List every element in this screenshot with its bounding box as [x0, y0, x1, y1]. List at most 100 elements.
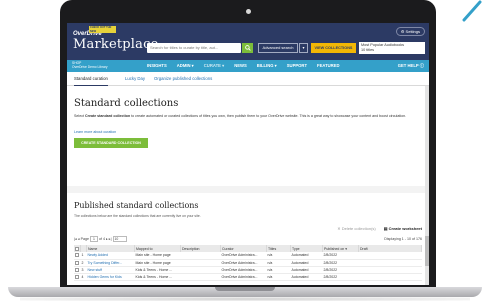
col-published[interactable]: Published on ▾	[322, 245, 359, 252]
col-description[interactable]: Description	[180, 245, 221, 252]
collection-name-link[interactable]: Try Something Differ...	[86, 259, 135, 267]
nav-item-curate[interactable]: CURATE ▾	[204, 60, 224, 72]
checkbox[interactable]	[75, 253, 79, 258]
nav-item-insights[interactable]: INSIGHTS	[147, 60, 167, 72]
settings-label: Settings	[405, 29, 420, 34]
nav-item-billing[interactable]: BILLING ▾	[257, 60, 277, 72]
brand-logo[interactable]: Marketplace	[73, 37, 158, 52]
view-collections-button[interactable]: VIEW COLLECTIONS	[311, 43, 356, 53]
close-icon: ✕	[337, 226, 341, 231]
published-on: 2/8/2022	[322, 266, 359, 274]
description	[180, 252, 221, 260]
titles: n/a	[266, 273, 291, 281]
nav-items: INSIGHTS ADMIN ▾ CURATE ▾ NEWS BILLING ▾…	[147, 60, 340, 72]
learn-more-link[interactable]: Learn more about curation	[74, 130, 116, 134]
collection-name-link[interactable]: Hidden Gems for Kids	[86, 273, 135, 281]
published-on: 2/8/2022	[322, 259, 359, 267]
camera-icon	[246, 9, 251, 14]
titles: n/a	[266, 252, 291, 260]
collection-name-link[interactable]: New stuff	[86, 266, 135, 274]
worksheet-label: Create worksheet	[388, 226, 422, 231]
page-of: of 4	[98, 237, 105, 241]
last-page-icon[interactable]: ▸|	[109, 237, 112, 241]
create-worksheet-button[interactable]: ▤ Create worksheet	[384, 226, 422, 231]
nav-item-support[interactable]: SUPPORT	[287, 60, 307, 72]
mapped-to: Kids & Teens - Home ...	[134, 266, 181, 274]
draft	[358, 259, 422, 267]
popular-count: 10 titles	[361, 47, 375, 52]
table-actions: ✕ Delete collection(s) ▤ Create workshee…	[337, 226, 422, 231]
col-titles[interactable]: Titles	[266, 245, 291, 252]
table-row: 3 New stuff Kids & Teens - Home ... Over…	[74, 266, 422, 274]
col-curator[interactable]: Curator	[220, 245, 267, 252]
top-header: OverDrive CHECK OUT THE NEW Marketplace …	[67, 23, 429, 60]
col-draft[interactable]: Draft	[358, 245, 422, 252]
prev-page-icon[interactable]: ◂	[78, 237, 80, 241]
draft	[358, 252, 422, 260]
swoosh-decoration	[462, 0, 482, 22]
popular-cart-dropdown[interactable]: Most Popular Audiobooks 10 titles	[359, 42, 425, 54]
new-badge[interactable]: CHECK OUT THE NEW	[89, 26, 116, 33]
scrollbar-thumb[interactable]	[425, 236, 429, 266]
page-size-select[interactable]: 10	[112, 236, 127, 243]
shop-selector[interactable]: SHOP OverDrive Demo Library	[72, 61, 108, 69]
main-nav: SHOP OverDrive Demo Library INSIGHTS ADM…	[67, 60, 429, 72]
collections-table: Name Mapped to Description Curator Title…	[74, 245, 422, 281]
delete-collections-button[interactable]: ✕ Delete collection(s)	[337, 226, 376, 231]
chevron-down-icon[interactable]: ▾	[299, 43, 308, 53]
col-type[interactable]: Type	[290, 245, 323, 252]
get-help-label: GET HELP	[397, 63, 419, 68]
table-header-row: Name Mapped to Description Curator Title…	[74, 245, 422, 252]
standard-description: Select Create standard collection to cre…	[74, 114, 414, 119]
curator: OverDrive Administra...	[220, 266, 267, 274]
page-input[interactable]: 1	[89, 236, 98, 243]
page-label: Page	[80, 237, 89, 241]
curator: OverDrive Administra...	[220, 259, 267, 267]
settings-button[interactable]: ⚙ Settings	[395, 27, 425, 36]
select-all-checkbox[interactable]	[75, 246, 79, 251]
published-on: 2/8/2022	[322, 252, 359, 260]
standard-collections-section: Standard collections Select Create stand…	[67, 86, 429, 186]
nav-item-news[interactable]: NEWS	[234, 60, 247, 72]
search-input[interactable]: Search for titles to curate by title, au…	[147, 43, 241, 53]
desc-rest: to create automated or curated collectio…	[130, 114, 407, 118]
type: Automated	[290, 259, 323, 267]
next-page-icon[interactable]: ▸	[106, 237, 108, 241]
gear-icon: ⚙	[400, 29, 405, 34]
draft	[358, 273, 422, 281]
help-icon: ⓘ	[419, 63, 424, 68]
tab-standard-curation[interactable]: Standard curation	[74, 72, 108, 86]
advanced-search-button[interactable]: Advanced search	[258, 43, 298, 53]
col-name[interactable]: Name	[86, 245, 135, 252]
laptop-notch	[215, 287, 275, 291]
titles: n/a	[266, 266, 291, 274]
search-button[interactable]	[242, 43, 253, 53]
pager: |◂ ◂ Page 1 of 4 ▸ ▸| 10 Displaying 1 - …	[74, 235, 422, 244]
collection-name-link[interactable]: Newly Added	[86, 252, 135, 260]
nav-item-featured[interactable]: FEATURED	[317, 60, 340, 72]
table-row: 2 Try Something Differ... Main site - Ho…	[74, 259, 422, 267]
create-standard-collection-button[interactable]: CREATE STANDARD COLLECTION	[74, 138, 148, 148]
laptop-screen: OverDrive CHECK OUT THE NEW Marketplace …	[67, 23, 429, 285]
draft	[358, 266, 422, 274]
table-row: 1 Newly Added Main site - Home page Over…	[74, 252, 422, 260]
desc-prefix: Select	[74, 114, 85, 118]
published-title: Published standard collections	[74, 201, 199, 210]
tab-organize-published[interactable]: Organize published collections	[154, 72, 212, 86]
curation-tabs: Standard curation Lucky Day Organize pub…	[67, 72, 429, 86]
nav-item-admin[interactable]: ADMIN ▾	[177, 60, 194, 72]
page-scrollbar[interactable]	[425, 86, 429, 285]
mapped-to: Kids & Teens - Home ...	[134, 273, 181, 281]
tab-lucky-day[interactable]: Lucky Day	[125, 72, 145, 86]
published-collections-section: Published standard collections The colle…	[67, 193, 429, 285]
col-mapped[interactable]: Mapped to	[134, 245, 181, 252]
first-page-icon[interactable]: |◂	[74, 237, 77, 241]
checkbox[interactable]	[75, 267, 79, 272]
delete-label: Delete collection(s)	[341, 226, 376, 231]
curator: OverDrive Administra...	[220, 273, 267, 281]
checkbox[interactable]	[75, 260, 79, 265]
get-help-link[interactable]: GET HELP ⓘ	[398, 60, 424, 72]
search-icon	[244, 45, 251, 51]
type: Automated	[290, 252, 323, 260]
checkbox[interactable]	[75, 274, 79, 279]
